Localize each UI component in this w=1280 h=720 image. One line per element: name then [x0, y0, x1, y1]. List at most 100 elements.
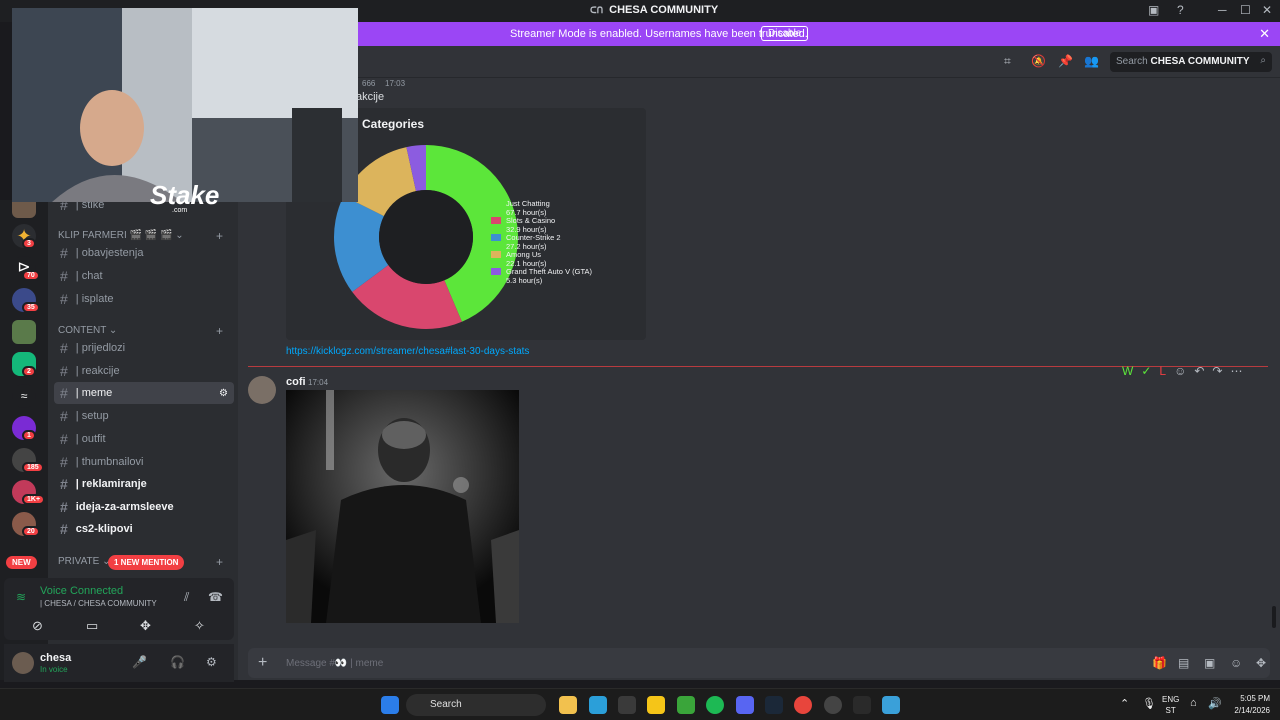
add-reaction-icon[interactable]: ☺: [1174, 364, 1186, 378]
file-explorer-icon[interactable]: [559, 696, 577, 714]
screen-share-icon[interactable]: ▭: [86, 618, 98, 634]
tray-overflow-icon[interactable]: ⌃: [1120, 697, 1129, 710]
minecraft-icon[interactable]: [677, 696, 695, 714]
close-banner-icon[interactable]: ✕: [1259, 26, 1270, 42]
volume-icon[interactable]: 🔊: [1208, 697, 1222, 710]
category-private[interactable]: PRIVATE ⌄ +: [58, 555, 223, 569]
settings-gear-icon[interactable]: ⚙: [206, 655, 217, 669]
message-author[interactable]: cofi: [286, 376, 306, 388]
reaction-l-icon[interactable]: L: [1159, 364, 1166, 378]
notepad-icon[interactable]: [882, 696, 900, 714]
store-icon[interactable]: [618, 696, 636, 714]
settings-app-icon[interactable]: [824, 696, 842, 714]
headphones-icon[interactable]: 🎧: [170, 655, 185, 669]
donut-hole: [379, 190, 473, 284]
member-list-icon[interactable]: 👥: [1084, 54, 1099, 68]
channel-prijedlozi[interactable]: # | prijedlozi: [54, 337, 234, 359]
channel-outfit[interactable]: # | outfit: [54, 428, 234, 450]
help-icon[interactable]: ?: [1177, 3, 1184, 17]
server-badge: 1: [22, 430, 36, 441]
channel-chat[interactable]: # | chat: [54, 265, 234, 287]
pinned-icon[interactable]: 📌: [1058, 54, 1073, 68]
threads-icon[interactable]: ⌗: [1004, 54, 1011, 69]
steam-icon[interactable]: [765, 696, 783, 714]
gif-icon[interactable]: ▤: [1178, 656, 1189, 670]
channel-reakcije[interactable]: # | reakcije: [54, 360, 234, 382]
channel-setup[interactable]: # | setup: [54, 405, 234, 427]
language-indicator[interactable]: ENG ST: [1162, 694, 1179, 716]
maximize-icon[interactable]: ☐: [1240, 3, 1251, 17]
category-content[interactable]: CONTENT ⌄ +: [58, 324, 223, 338]
channel-obavjestenja[interactable]: # | obavjestenja: [54, 242, 234, 264]
add-channel-icon[interactable]: +: [216, 229, 223, 243]
disable-streamer-mode-button[interactable]: Disable: [761, 26, 809, 41]
avatar[interactable]: [248, 376, 276, 404]
microphone-icon[interactable]: 🎤: [132, 655, 147, 669]
server-badge: 70: [22, 270, 40, 281]
sticker-icon[interactable]: ▣: [1204, 656, 1215, 670]
more-icon[interactable]: ⋯: [1230, 364, 1242, 378]
hash-icon: #: [60, 408, 68, 424]
forward-icon[interactable]: ↷: [1212, 364, 1222, 378]
stats-link[interactable]: https://kicklogz.com/streamer/chesa#last…: [286, 346, 529, 357]
minimize-icon[interactable]: ─: [1218, 3, 1227, 17]
new-servers-pill[interactable]: NEW: [6, 556, 37, 569]
inbox-icon[interactable]: ▣: [1148, 3, 1159, 17]
system-clock[interactable]: 5:05 PM 2/14/2026: [1234, 693, 1270, 717]
category-klip-farmeri[interactable]: KLIP FARMERI 🎬 🎬 🎬 ⌄ +: [58, 229, 223, 243]
discord-icon[interactable]: [736, 696, 754, 714]
chat-scrollbar[interactable]: [1272, 606, 1276, 628]
channel-isplate[interactable]: # | isplate: [54, 288, 234, 310]
add-channel-icon[interactable]: +: [216, 324, 223, 338]
close-window-icon[interactable]: ✕: [1262, 3, 1272, 17]
app-icon[interactable]: [647, 696, 665, 714]
server-badge: 185: [22, 462, 44, 473]
reaction-check-icon[interactable]: ✓: [1141, 364, 1151, 378]
chrome-icon[interactable]: [794, 696, 812, 714]
new-messages-divider: [248, 366, 1268, 367]
emoji-icon[interactable]: ☺: [1230, 656, 1242, 670]
channel-meme[interactable]: # | meme ⚙: [54, 382, 234, 404]
message-image[interactable]: [286, 390, 519, 623]
server-icon[interactable]: ≈: [12, 384, 36, 408]
server-logo-icon: ᑕᑎ: [590, 4, 604, 15]
message-input[interactable]: Message #👀 | meme: [286, 658, 383, 669]
taskbar-search[interactable]: Search: [406, 694, 546, 716]
new-mention-pill[interactable]: 1 NEW MENTION: [108, 555, 185, 570]
voice-server[interactable]: | CHESA / CHESA COMMUNITY: [40, 599, 157, 608]
activities-icon[interactable]: ✥: [140, 618, 151, 634]
channel-settings-icon[interactable]: ⚙: [219, 388, 228, 399]
soundboard-icon[interactable]: ✧: [194, 618, 205, 634]
gift-icon[interactable]: 🎁: [1152, 656, 1167, 670]
signal-icon: ≋: [16, 590, 27, 604]
apps-icon[interactable]: ✥: [1256, 656, 1266, 670]
reply-icon[interactable]: ↶: [1194, 364, 1204, 378]
disconnect-icon[interactable]: ☎: [208, 590, 223, 604]
spotify-icon[interactable]: [706, 696, 724, 714]
reaction-w-icon[interactable]: W: [1122, 364, 1133, 378]
epic-games-icon[interactable]: [853, 696, 871, 714]
channel-thumbnailovi[interactable]: # | thumbnailovi: [54, 451, 234, 473]
search-input[interactable]: Search CHESA COMMUNITY ⌕: [1110, 52, 1272, 72]
hash-icon: #: [60, 476, 68, 492]
channel-ideja-za-armsleeve[interactable]: # ideja-za-armsleeve: [54, 496, 234, 518]
notifications-icon[interactable]: 🔕: [1031, 54, 1046, 68]
channel-reklamiranje[interactable]: # | reklamiranje: [54, 473, 234, 495]
edge-icon[interactable]: [589, 696, 607, 714]
attach-plus-icon[interactable]: +: [258, 654, 267, 672]
legend-value: 5.3 hour(s): [506, 276, 543, 285]
webcam-feed: [12, 8, 358, 202]
message-hover-actions: W ✓ L ☺ ↶ ↷ ⋯: [1122, 364, 1242, 378]
network-icon[interactable]: ⌂: [1190, 697, 1197, 709]
avatar[interactable]: [12, 652, 34, 674]
server-badge: 20: [22, 526, 40, 537]
tray-mic-icon[interactable]: 🎙: [1142, 697, 1156, 710]
hash-icon: #: [60, 499, 68, 515]
noise-suppression-icon[interactable]: ⫽: [184, 590, 189, 605]
windows-start-icon[interactable]: [381, 696, 399, 714]
camera-off-icon[interactable]: ⊘: [32, 618, 43, 634]
add-channel-icon[interactable]: +: [216, 555, 223, 569]
hash-icon: #: [60, 454, 68, 470]
server-icon[interactable]: [12, 320, 36, 344]
channel-cs2-klipovi[interactable]: # cs2-klipovi: [54, 518, 234, 540]
